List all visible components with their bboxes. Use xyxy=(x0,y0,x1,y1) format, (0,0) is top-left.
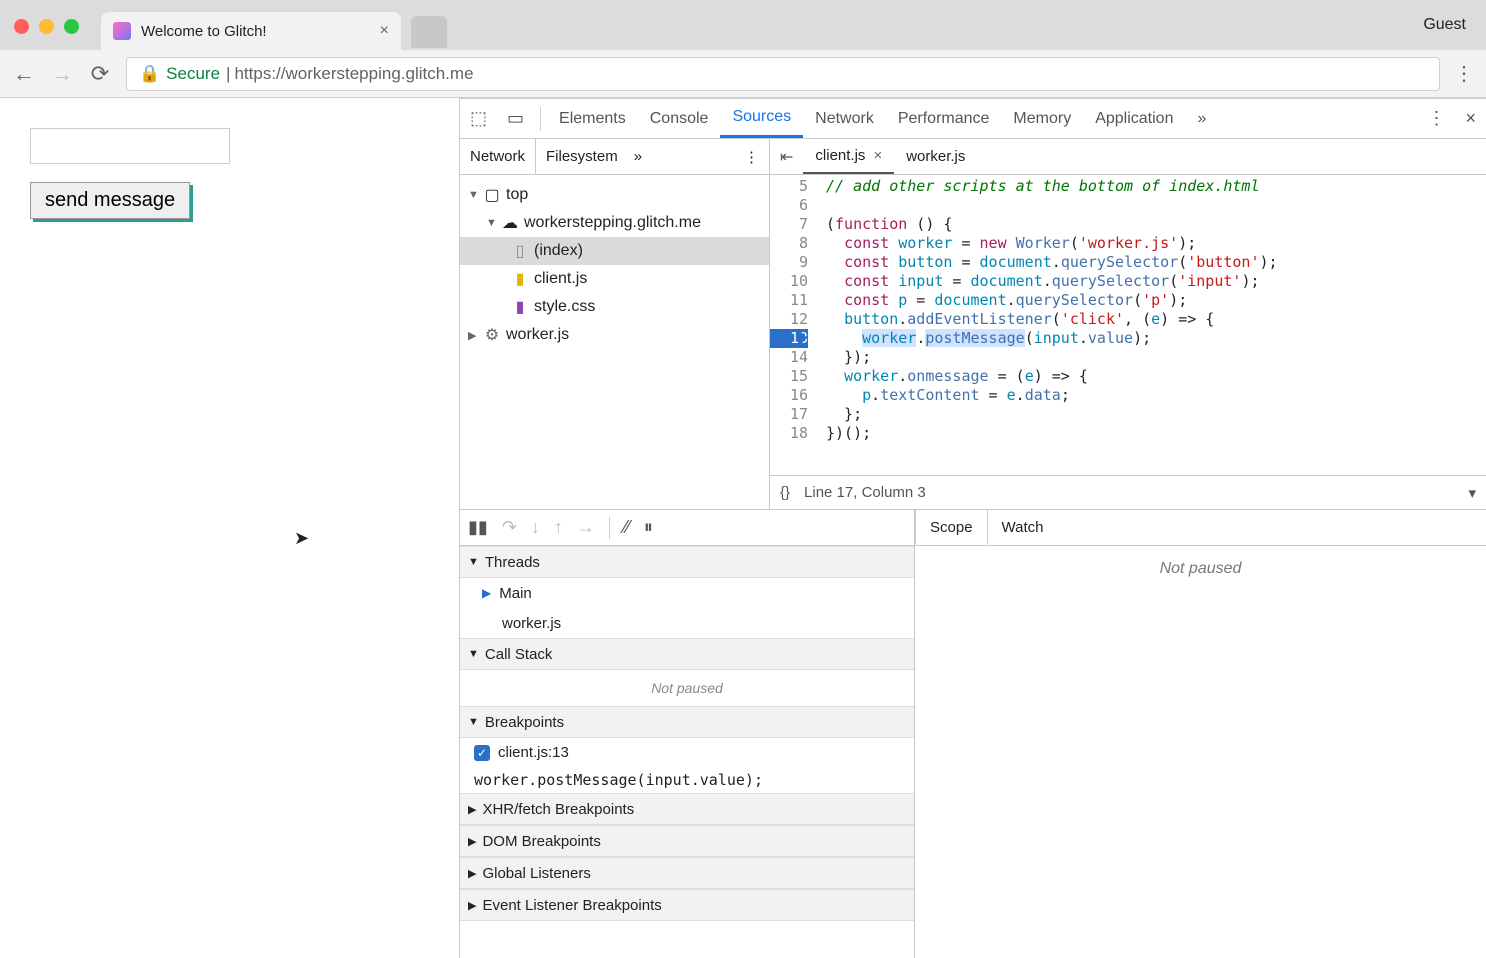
breakpoint-marker[interactable]: 13 xyxy=(770,329,808,348)
tab-favicon xyxy=(113,22,131,40)
tab-elements[interactable]: Elements xyxy=(547,99,638,138)
tree-node-worker[interactable]: ▶worker.js xyxy=(460,321,769,349)
tab-sources[interactable]: Sources xyxy=(720,99,803,138)
inspect-element-icon[interactable]: ⬚ xyxy=(460,108,497,129)
breakpoints-header[interactable]: ▼Breakpoints xyxy=(460,706,914,738)
callstack-empty-message: Not paused xyxy=(460,670,914,706)
js-file-icon xyxy=(512,269,528,289)
step-into-button[interactable]: ↓ xyxy=(531,517,540,538)
debugger-controls: ▮▮ ↷ ↓ ↑ → ⁄⁄ ⏸ xyxy=(460,510,914,546)
cloud-icon xyxy=(502,213,518,233)
maximize-window-button[interactable] xyxy=(64,19,79,34)
tree-file-stylecss[interactable]: style.css xyxy=(460,293,769,321)
code-editor: ⇤ client.js× worker.js 56789101112131415… xyxy=(770,139,1486,509)
browser-toolbar: ← → ⟳ 🔒 Secure | https://workerstepping.… xyxy=(0,50,1486,98)
step-over-button[interactable]: ↷ xyxy=(502,517,517,538)
breakpoint-item[interactable]: ✓client.js:13 xyxy=(460,738,914,767)
tab-title: Welcome to Glitch! xyxy=(141,23,380,40)
step-button[interactable]: → xyxy=(577,517,595,538)
new-tab-button[interactable] xyxy=(411,16,447,48)
tree-node-domain[interactable]: ▼workerstepping.glitch.me xyxy=(460,209,769,237)
navigator-more-button[interactable]: » xyxy=(634,148,642,165)
css-file-icon xyxy=(512,297,528,317)
scope-empty-message: Not paused xyxy=(915,546,1486,958)
xhr-breakpoints-header[interactable]: ▶XHR/fetch Breakpoints xyxy=(460,793,914,825)
tab-console[interactable]: Console xyxy=(638,99,721,138)
breakpoint-code-preview: worker.postMessage(input.value); xyxy=(460,767,914,793)
breakpoint-checkbox[interactable]: ✓ xyxy=(474,745,490,761)
browser-menu-button[interactable]: ⋮ xyxy=(1454,61,1474,86)
tab-performance[interactable]: Performance xyxy=(886,99,1002,138)
gear-icon xyxy=(484,325,500,345)
cursor-position: Line 17, Column 3 xyxy=(804,484,926,501)
address-bar[interactable]: 🔒 Secure | https://workerstepping.glitch… xyxy=(126,57,1440,91)
thread-worker[interactable]: worker.js xyxy=(460,608,914,638)
editor-tab-clientjs[interactable]: client.js× xyxy=(803,139,894,174)
minimize-window-button[interactable] xyxy=(39,19,54,34)
current-thread-icon: ▶ xyxy=(482,586,491,600)
url-text: https://workerstepping.glitch.me xyxy=(234,64,473,84)
browser-tab[interactable]: Welcome to Glitch! × xyxy=(101,12,401,50)
editor-status-bar: {} Line 17, Column 3 ▾ xyxy=(770,475,1486,509)
pause-on-exceptions-button[interactable]: ⏸ xyxy=(644,517,653,538)
tab-application[interactable]: Application xyxy=(1083,99,1185,138)
devtools-close-icon[interactable]: × xyxy=(1455,108,1486,129)
send-message-button[interactable]: send message xyxy=(30,182,190,219)
thread-main[interactable]: ▶Main xyxy=(460,578,914,608)
mouse-cursor-icon: ➤ xyxy=(294,528,309,549)
callstack-header[interactable]: ▼Call Stack xyxy=(460,638,914,670)
navigator-tab-filesystem[interactable]: Filesystem xyxy=(536,139,628,174)
watch-tab[interactable]: Watch xyxy=(988,510,1058,545)
step-out-button[interactable]: ↑ xyxy=(554,517,563,538)
tree-node-top[interactable]: ▼top xyxy=(460,181,769,209)
tabs-overflow-button[interactable]: » xyxy=(1185,99,1218,138)
editor-tab-workerjs[interactable]: worker.js xyxy=(894,139,977,174)
line-gutter[interactable]: 56789101112131415161718 xyxy=(770,175,814,475)
scope-tab[interactable]: Scope xyxy=(915,510,988,545)
deactivate-breakpoints-button[interactable]: ⁄⁄ xyxy=(624,517,630,538)
window-controls xyxy=(0,19,93,50)
back-button[interactable]: ← xyxy=(12,61,36,87)
dom-breakpoints-header[interactable]: ▶DOM Breakpoints xyxy=(460,825,914,857)
forward-button[interactable]: → xyxy=(50,61,74,87)
document-icon xyxy=(512,241,528,261)
url-separator: | xyxy=(226,64,230,84)
navigator-tab-network[interactable]: Network xyxy=(460,139,536,174)
page-content: send message ➤ xyxy=(0,98,460,958)
close-window-button[interactable] xyxy=(14,19,29,34)
pause-button[interactable]: ▮▮ xyxy=(468,517,488,538)
debugger-sidebar: ▮▮ ↷ ↓ ↑ → ⁄⁄ ⏸ ▼Threads ▶Main worker.js… xyxy=(460,510,915,958)
tree-file-clientjs[interactable]: client.js xyxy=(460,265,769,293)
threads-header[interactable]: ▼Threads xyxy=(460,546,914,578)
event-listener-breakpoints-header[interactable]: ▶Event Listener Breakpoints xyxy=(460,889,914,921)
devtools-panel: ⬚ ▭ Elements Console Sources Network Per… xyxy=(460,98,1486,958)
close-icon[interactable]: × xyxy=(873,147,882,164)
coverage-toggle-icon[interactable]: ▾ xyxy=(1468,484,1476,502)
device-toggle-icon[interactable]: ▭ xyxy=(497,108,534,129)
tab-close-button[interactable]: × xyxy=(380,22,389,40)
devtools-tab-bar: ⬚ ▭ Elements Console Sources Network Per… xyxy=(460,99,1486,139)
sources-navigator: Network Filesystem » ⋮ ▼top ▼workerstepp… xyxy=(460,139,770,509)
navigator-menu-button[interactable]: ⋮ xyxy=(744,148,769,166)
lock-icon: 🔒 xyxy=(139,64,160,84)
global-listeners-header[interactable]: ▶Global Listeners xyxy=(460,857,914,889)
navigator-toggle-icon[interactable]: ⇤ xyxy=(770,147,803,167)
secure-label: Secure xyxy=(166,64,220,84)
browser-tab-strip: Welcome to Glitch! × Guest xyxy=(0,0,1486,50)
tab-network[interactable]: Network xyxy=(803,99,886,138)
devtools-settings-icon[interactable]: ⋮ xyxy=(1417,108,1455,129)
tab-memory[interactable]: Memory xyxy=(1001,99,1083,138)
reload-button[interactable]: ⟳ xyxy=(88,61,112,87)
tree-file-index[interactable]: (index) xyxy=(460,237,769,265)
frame-icon xyxy=(484,185,500,205)
profile-label[interactable]: Guest xyxy=(1423,16,1486,50)
message-input[interactable] xyxy=(30,128,230,164)
code-area[interactable]: 56789101112131415161718 // add other scr… xyxy=(770,175,1486,475)
scope-watch-panel: Scope Watch Not paused xyxy=(915,510,1486,958)
pretty-print-icon[interactable]: {} xyxy=(780,484,790,501)
